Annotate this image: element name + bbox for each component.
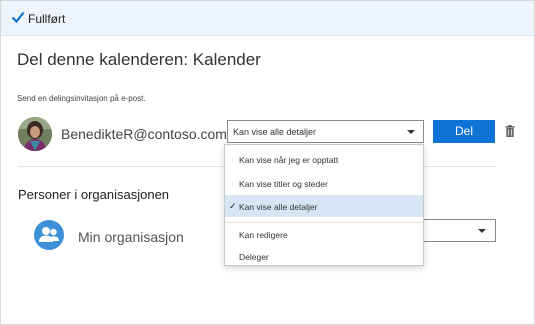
- organization-label: Min organisasjon: [78, 229, 184, 245]
- permission-selected-value: Kan vise alle detaljer: [233, 127, 317, 137]
- avatar-photo: [18, 117, 52, 151]
- status-bar: Fullført: [1, 1, 534, 36]
- avatar: [18, 117, 52, 151]
- recipient-email: BenedikteR@contoso.com: [61, 126, 227, 142]
- option-label: Deleger: [239, 252, 269, 262]
- option-label: Kan vise titler og steder: [239, 179, 328, 189]
- organization-permission-select[interactable]: [420, 219, 496, 242]
- status-label: Fullført: [28, 12, 66, 26]
- organization-section-title: Personer i organisasjonen: [18, 187, 170, 202]
- option-label: Kan vise alle detaljer: [239, 202, 318, 212]
- checkmark-icon: [11, 11, 25, 24]
- share-button[interactable]: Del: [433, 120, 495, 143]
- option-label: Kan redigere: [239, 230, 288, 240]
- permission-option[interactable]: Kan vise når jeg er opptatt: [225, 148, 423, 170]
- checkmark-icon: ✓: [229, 201, 237, 211]
- option-label: Kan vise når jeg er opptatt: [239, 155, 339, 165]
- chevron-down-icon: [478, 229, 486, 233]
- dialog-title: Del denne kalenderen: Kalender: [17, 50, 261, 69]
- permission-option[interactable]: Kan vise titler og steder: [225, 172, 423, 194]
- trash-icon[interactable]: [505, 125, 515, 137]
- permission-option[interactable]: Kan redigere: [225, 223, 423, 245]
- invite-label: Send en delingsinvitasjon på e-post.: [17, 94, 146, 103]
- permission-select[interactable]: Kan vise alle detaljer: [227, 120, 424, 143]
- people-icon: [34, 220, 64, 250]
- chevron-down-icon: [407, 130, 415, 134]
- permission-option-selected[interactable]: ✓ Kan vise alle detaljer: [225, 195, 423, 217]
- permission-option[interactable]: Deleger: [225, 245, 423, 267]
- permission-dropdown-menu: Kan vise når jeg er opptatt Kan vise tit…: [224, 144, 424, 266]
